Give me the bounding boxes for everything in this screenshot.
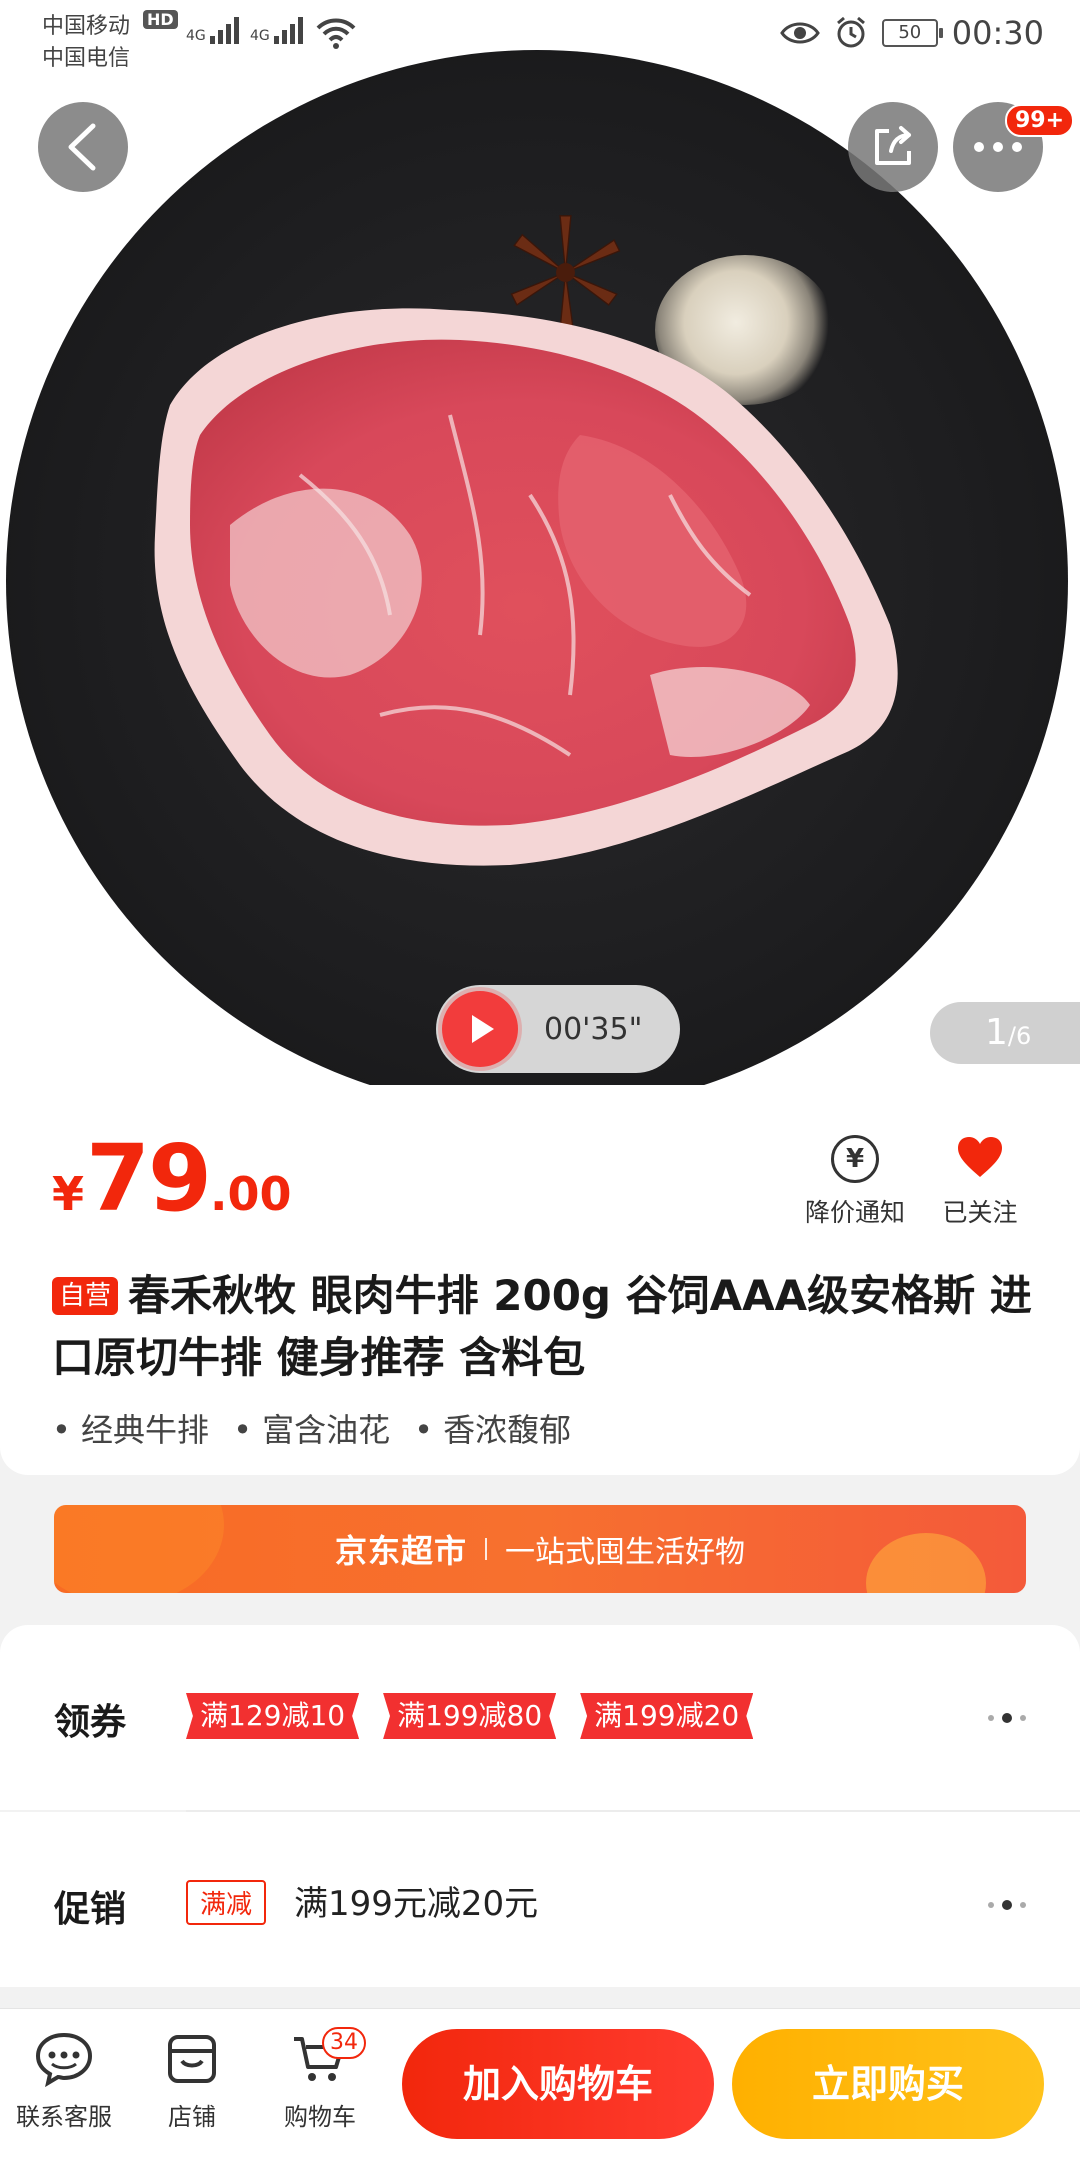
- promotion-text: 满199元减20元: [294, 1884, 539, 1924]
- cart-count-badge: 34: [322, 2027, 366, 2059]
- share-icon: [875, 126, 911, 165]
- chevron-left-icon: [68, 123, 96, 171]
- hd-indicator: HD: [143, 10, 178, 29]
- more-dots-icon[interactable]: [988, 1713, 1026, 1723]
- product-price: ¥ 79 .00: [52, 1125, 292, 1232]
- back-button[interactable]: [38, 102, 128, 192]
- battery-icon: 50: [881, 19, 943, 47]
- feature-item: 经典牛排: [52, 1405, 209, 1451]
- steak-image: [154, 308, 898, 866]
- play-icon: [442, 991, 518, 1067]
- video-duration: 00'35": [544, 1011, 643, 1047]
- signal-icon-2: 4G: [250, 14, 308, 44]
- feature-item: 香浓馥郁: [414, 1405, 571, 1451]
- signal-icon-1: 4G: [186, 14, 244, 44]
- banner-brand: 京东超市: [334, 1532, 467, 1570]
- alarm-icon: [836, 16, 865, 48]
- add-to-cart-button[interactable]: 加入购物车: [402, 2029, 714, 2139]
- carrier-name-1: 中国移动: [42, 14, 131, 39]
- message-badge: 99+: [1005, 104, 1075, 137]
- status-bar: 中国移动 中国电信 HD 4G 4G 50 00:30: [0, 0, 1080, 71]
- feature-item: 富含油花: [233, 1405, 390, 1451]
- shop-button[interactable]: 店铺: [132, 2031, 252, 2132]
- yen-bell-icon: ¥: [831, 1135, 879, 1183]
- product-info-card: ¥ 79 .00 ¥ 降价通知 已关注 自营 春禾秋牧 眼肉牛排 200g 谷饲A…: [0, 1085, 1080, 1475]
- wifi-icon: [316, 18, 356, 49]
- customer-service-button[interactable]: 联系客服: [4, 2031, 124, 2132]
- coupon-tag[interactable]: 满129减10: [186, 1693, 360, 1739]
- self-operated-tag: 自营: [52, 1277, 119, 1315]
- coupon-label: 领券: [54, 1702, 127, 1743]
- buy-now-button[interactable]: 立即购买: [732, 2029, 1044, 2139]
- follow-button[interactable]: 已关注: [935, 1135, 1025, 1229]
- eye-icon: [779, 22, 820, 44]
- clock: 00:30: [951, 14, 1044, 52]
- play-video-button[interactable]: 00'35": [436, 985, 680, 1073]
- product-features: 经典牛排 富含油花 香浓馥郁: [52, 1405, 571, 1451]
- coupon-tag[interactable]: 满199减80: [383, 1693, 557, 1739]
- coupon-tag[interactable]: 满199减20: [580, 1693, 754, 1739]
- banner-slogan: 一站式囤生活好物: [505, 1535, 745, 1570]
- image-page-indicator: 1/6: [930, 1002, 1080, 1064]
- price-drop-notify-button[interactable]: ¥ 降价通知: [800, 1135, 910, 1229]
- carrier-name-2: 中国电信: [42, 46, 131, 71]
- jd-supermarket-banner[interactable]: 京东超市 一站式囤生活好物: [54, 1505, 1026, 1593]
- shop-icon: [168, 2035, 216, 2083]
- more-dots-icon[interactable]: [988, 1900, 1026, 1910]
- promotion-tag: 满减: [186, 1880, 267, 1925]
- heart-icon: [958, 1137, 1002, 1177]
- product-title: 自营 春禾秋牧 眼肉牛排 200g 谷饲AAA级安格斯 进口原切牛排 健身推荐 含…: [52, 1271, 1032, 1382]
- share-button[interactable]: [848, 102, 938, 192]
- bottom-action-bar: 联系客服 店铺 购物车 34 加入购物车 立即购买: [0, 2008, 1080, 2160]
- promotion-label: 促销: [54, 1889, 127, 1930]
- chat-icon: [35, 2032, 93, 2087]
- promotion-row[interactable]: 促销 满减 满199元减20元: [0, 1812, 1080, 1987]
- more-dots-icon: [974, 142, 1022, 152]
- coupon-row[interactable]: 领券 满129减10 满199减80 满199减20: [0, 1625, 1080, 1810]
